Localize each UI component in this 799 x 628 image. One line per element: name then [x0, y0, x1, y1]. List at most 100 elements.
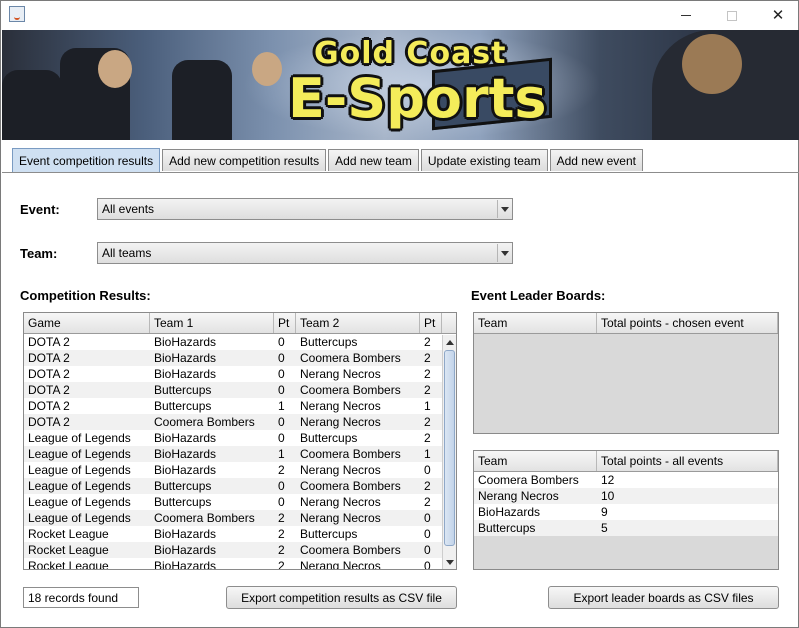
banner-title-line2: E-Sports	[288, 67, 547, 130]
table-cell: League of Legends	[28, 511, 131, 525]
table-row[interactable]: League of Legends BioHazards 2 Nerang Necro…	[24, 462, 456, 478]
scroll-up-icon[interactable]	[443, 335, 456, 349]
table-row[interactable]: Buttercups 5	[474, 520, 778, 536]
scrollbar-thumb[interactable]	[444, 350, 455, 546]
chevron-down-icon[interactable]	[497, 200, 511, 218]
table-row[interactable]: League of Legends Coomera Bombers 2 Nerang …	[24, 510, 456, 526]
table-cell: 0	[278, 431, 285, 445]
event-combobox-value: All events	[102, 202, 155, 216]
minimize-button[interactable]	[663, 1, 709, 30]
table-cell: DOTA 2	[28, 399, 70, 413]
table-cell: 2	[278, 463, 285, 477]
table-row[interactable]: Rocket League BioHazards 2 Nerang Necros 0	[24, 558, 456, 570]
table-cell: DOTA 2	[28, 415, 70, 429]
table-cell: 0	[278, 479, 285, 493]
table-cell: Buttercups	[300, 527, 358, 541]
table-cell: BioHazards	[154, 559, 217, 570]
competition-results-heading: Competition Results:	[20, 288, 151, 303]
table-cell: BioHazards	[154, 335, 217, 349]
event-combobox[interactable]: All events	[97, 198, 513, 220]
table-header: Team Total points - all events	[474, 451, 778, 472]
table-cell: 0	[278, 335, 285, 349]
empty-table-area	[474, 334, 778, 433]
table-cell: Buttercups	[478, 521, 536, 535]
table-row[interactable]: Rocket League BioHazards 2 Coomera Bombers 0	[24, 542, 456, 558]
table-row[interactable]: DOTA 2 Buttercups 0 Coomera Bombers 2	[24, 382, 456, 398]
table-cell: Coomera Bombers	[300, 479, 401, 493]
table-row[interactable]: DOTA 2 BioHazards 0 Nerang Necros 2	[24, 366, 456, 382]
table-cell: BioHazards	[154, 351, 217, 365]
table-row[interactable]: Coomera Bombers 12	[474, 472, 778, 488]
table-cell: 1	[278, 399, 285, 413]
scroll-down-icon[interactable]	[443, 555, 456, 569]
table-cell: DOTA 2	[28, 335, 70, 349]
results-scrollbar[interactable]	[442, 335, 456, 569]
tab-add-new-competition-results[interactable]: Add new competition results	[162, 149, 327, 171]
table-cell: Nerang Necros	[300, 559, 381, 570]
table-cell: BioHazards	[154, 447, 217, 461]
column-header-team[interactable]: Team	[474, 313, 597, 333]
all-events-leaderboard-table[interactable]: Team Total points - all events Coomera B…	[473, 450, 779, 570]
team-combobox-value: All teams	[102, 246, 152, 260]
table-cell: Nerang Necros	[300, 511, 381, 525]
table-cell: 0	[424, 559, 431, 570]
column-header-pt2[interactable]: Pt	[420, 313, 442, 333]
table-row[interactable]: League of Legends BioHazards 0 Buttercups 2	[24, 430, 456, 446]
table-cell: DOTA 2	[28, 367, 70, 381]
chosen-event-leaderboard-table[interactable]: Team Total points - chosen event	[473, 312, 779, 434]
export-results-button[interactable]: Export competition results as CSV file	[226, 586, 457, 609]
table-row[interactable]: League of Legends BioHazards 1 Coomera Bomb…	[24, 446, 456, 462]
close-button[interactable]: ✕	[755, 1, 799, 30]
table-cell: Nerang Necros	[300, 463, 381, 477]
table-cell: Buttercups	[154, 479, 212, 493]
table-cell: 2	[424, 367, 431, 381]
column-header-points[interactable]: Total points - chosen event	[597, 313, 778, 333]
table-row[interactable]: DOTA 2 Buttercups 1 Nerang Necros 1	[24, 398, 456, 414]
table-cell: Buttercups	[300, 335, 358, 349]
table-row[interactable]: League of Legends Buttercups 0 Coomera Bomb…	[24, 478, 456, 494]
table-body: Coomera Bombers 12 Nerang Necros 10 BioHazar…	[474, 472, 778, 536]
table-cell: League of Legends	[28, 479, 131, 493]
table-cell: BioHazards	[478, 505, 541, 519]
table-row[interactable]: DOTA 2 BioHazards 0 Coomera Bombers 2	[24, 350, 456, 366]
tab-event-competition-results[interactable]: Event competition results	[12, 148, 161, 172]
tab-add-new-team[interactable]: Add new team	[328, 149, 419, 171]
table-row[interactable]: League of Legends Buttercups 0 Nerang Necro…	[24, 494, 456, 510]
maximize-button[interactable]	[709, 1, 755, 30]
table-cell: 2	[424, 431, 431, 445]
table-cell: BioHazards	[154, 543, 217, 557]
table-row[interactable]: DOTA 2 BioHazards 0 Buttercups 2	[24, 334, 456, 350]
column-header-team1[interactable]: Team 1	[150, 313, 274, 333]
column-header-team[interactable]: Team	[474, 451, 597, 471]
records-found-field: 18 records found	[23, 587, 139, 608]
table-cell: 2	[424, 495, 431, 509]
tab-update-existing-team[interactable]: Update existing team	[420, 149, 548, 171]
table-cell: 10	[601, 489, 615, 503]
table-cell: Coomera Bombers	[154, 511, 255, 525]
column-header-points[interactable]: Total points - all events	[597, 451, 778, 471]
table-cell: 0	[278, 415, 285, 429]
table-cell: BioHazards	[154, 431, 217, 445]
banner-image: Gold Coast E-Sports	[2, 30, 799, 140]
tab-add-new-event[interactable]: Add new event	[549, 149, 643, 171]
table-cell: 2	[424, 383, 431, 397]
export-leaderboards-button[interactable]: Export leader boards as CSV files	[548, 586, 779, 609]
column-header-game[interactable]: Game	[24, 313, 150, 333]
table-cell: Coomera Bombers	[300, 351, 401, 365]
column-header-pt1[interactable]: Pt	[274, 313, 296, 333]
table-cell: 0	[424, 463, 431, 477]
table-cell: League of Legends	[28, 447, 131, 461]
table-cell: 0	[278, 383, 285, 397]
team-combobox[interactable]: All teams	[97, 242, 513, 264]
table-cell: 0	[278, 495, 285, 509]
table-cell: 2	[278, 511, 285, 525]
column-header-team2[interactable]: Team 2	[296, 313, 420, 333]
table-row[interactable]: DOTA 2 Coomera Bombers 0 Nerang Necros 2	[24, 414, 456, 430]
table-row[interactable]: Nerang Necros 10	[474, 488, 778, 504]
competition-results-table[interactable]: Game Team 1 Pt Team 2 Pt DOTA 2 BioHazard…	[23, 312, 457, 570]
table-row[interactable]: BioHazards 9	[474, 504, 778, 520]
table-cell: Rocket League	[28, 543, 109, 557]
chevron-down-icon[interactable]	[497, 244, 511, 262]
table-cell: BioHazards	[154, 367, 217, 381]
table-row[interactable]: Rocket League BioHazards 2 Buttercups 0	[24, 526, 456, 542]
